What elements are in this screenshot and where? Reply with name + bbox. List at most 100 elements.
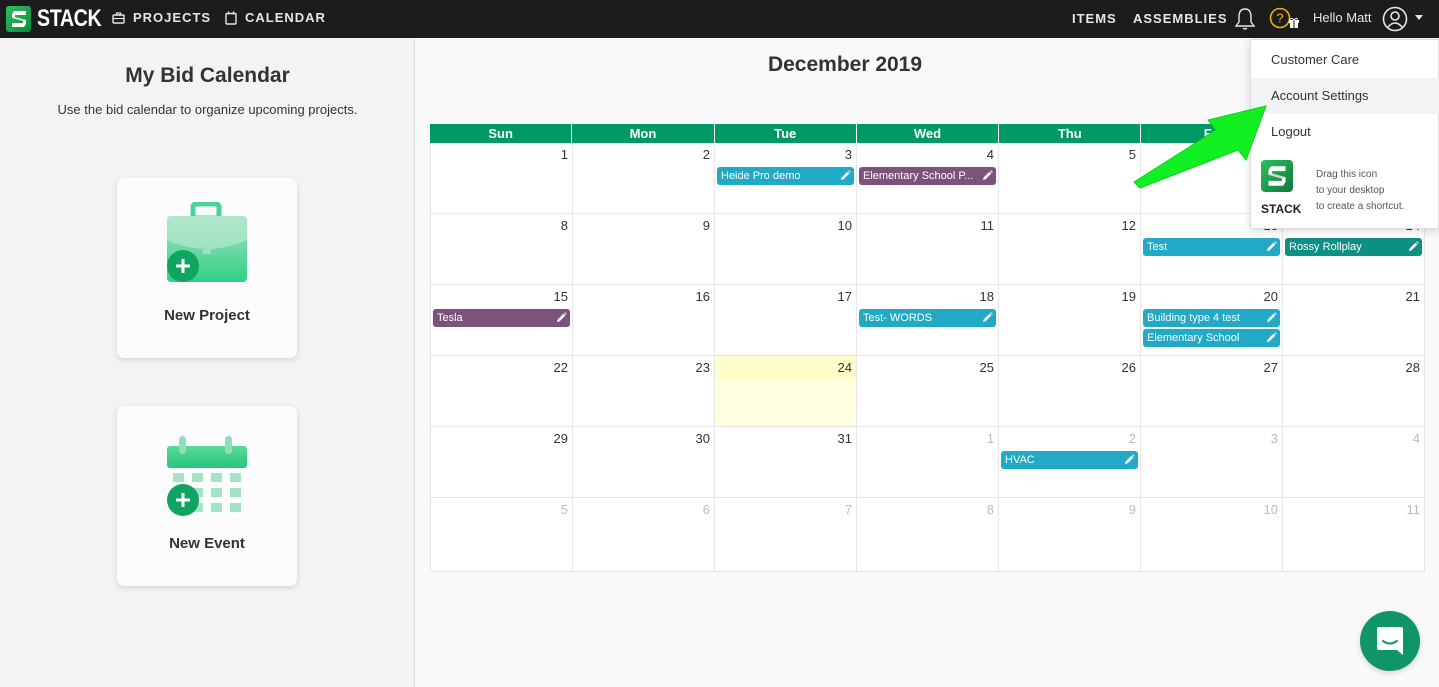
edit-pencil-icon[interactable] [982,311,993,327]
calendar-day-cell[interactable]: 11 [857,214,999,284]
edit-pencil-icon[interactable] [1408,240,1419,256]
calendar-day-cell[interactable]: 20 Building type 4 test Elementary School [1141,285,1283,355]
calendar-day-cell[interactable]: 22 [430,356,573,426]
calendar-day-cell[interactable]: 19 [999,285,1141,355]
calendar-event[interactable]: Test [1143,238,1280,256]
nav-calendar[interactable]: CALENDAR [225,10,326,25]
calendar-day-cell[interactable]: 8 [857,498,999,571]
calendar-day-cell[interactable]: 11 [1283,498,1425,571]
menu-item-logout[interactable]: Logout [1251,114,1439,150]
stack-logo-icon [6,6,31,32]
event-label: HVAC [1005,454,1035,466]
new-project-card[interactable]: New Project [117,178,297,358]
calendar-day-cell[interactable]: 5 [999,143,1141,213]
calendar-day-cell[interactable]: 2 HVAC [999,427,1141,497]
calendar-day-cell[interactable]: 2 [573,143,715,213]
edit-pencil-icon[interactable] [1266,331,1277,347]
user-avatar-icon[interactable] [1382,6,1408,32]
calendar-day-cell[interactable]: 25 [857,356,999,426]
day-number: 31 [837,431,852,446]
new-event-card[interactable]: New Event [117,406,297,586]
calendar-day-cell[interactable]: 1 [857,427,999,497]
notification-bell-icon[interactable] [1234,7,1256,31]
calendar-day-cell[interactable]: 28 [1283,356,1425,426]
briefcase-icon [112,11,125,24]
day-number: 24 [837,360,852,375]
calendar-day-cell[interactable]: 3 Heide Pro demo [715,143,857,213]
nav-assemblies-label: ASSEMBLIES [1133,11,1228,26]
nav-items[interactable]: ITEMS [1072,11,1117,26]
calendar-day-cell[interactable]: 15 Tesla [430,285,573,355]
calendar-day-cell[interactable]: 8 [430,214,573,284]
day-number: 17 [837,289,852,304]
nav-assemblies[interactable]: ASSEMBLIES [1133,11,1228,26]
day-number: 2 [1128,431,1136,446]
calendar-event[interactable]: Tesla [433,309,570,327]
calendar-event[interactable]: Elementary School [1143,329,1280,347]
edit-pencil-icon[interactable] [982,169,993,185]
edit-pencil-icon[interactable] [1266,311,1277,327]
calendar-day-cell[interactable]: 3 [1141,427,1283,497]
calendar-day-cell[interactable]: 29 [430,427,573,497]
calendar-event[interactable]: Building type 4 test [1143,309,1280,327]
chat-launcher-button[interactable] [1360,611,1420,671]
edit-pencil-icon[interactable] [1124,453,1135,469]
day-number: 3 [1270,431,1278,446]
day-number: 30 [695,431,710,446]
day-number: 19 [1121,289,1136,304]
calendar-event[interactable]: Elementary School P... [859,167,996,185]
calendar-day-cell[interactable]: 17 [715,285,857,355]
svg-text:?: ? [1276,11,1283,26]
calendar-day-cell[interactable]: 4 Elementary School P... [857,143,999,213]
calendar-event[interactable]: Test- WORDS [859,309,996,327]
calendar-day-cell[interactable]: 9 [999,498,1141,571]
calendar-day-cell[interactable]: 6 [573,498,715,571]
day-number: 29 [553,431,568,446]
calendar-day-cell[interactable]: 7 [715,498,857,571]
menu-item-account-settings[interactable]: Account Settings [1251,78,1439,114]
calendar-day-cell[interactable]: 10 [1141,498,1283,571]
calendar-event[interactable]: Rossy Rollplay [1285,238,1422,256]
month-title: December 2019 [767,53,923,76]
day-number: 5 [560,502,568,517]
calendar-day-cell[interactable]: 9 [573,214,715,284]
day-number: 1 [986,431,994,446]
user-menu-caret-icon[interactable] [1415,15,1423,20]
calendar-icon [225,11,237,25]
day-number: 11 [980,218,995,233]
edit-pencil-icon[interactable] [840,169,851,185]
calendar-day-cell[interactable]: 21 [1283,285,1425,355]
edit-pencil-icon[interactable] [556,311,567,327]
edit-pencil-icon[interactable] [1266,240,1277,256]
calendar-day-cell[interactable]: 30 [573,427,715,497]
calendar-day-cell[interactable]: 31 [715,427,857,497]
user-greeting[interactable]: Hello Matt [1313,10,1372,25]
calendar-day-today[interactable]: 24 [715,356,857,426]
calendar-day-cell[interactable]: 23 [573,356,715,426]
calendar-day-cell[interactable]: 5 [430,498,573,571]
calendar-event[interactable]: HVAC [1001,451,1138,469]
day-number: 4 [986,147,994,162]
new-project-label: New Project [164,307,250,324]
briefcase-plus-icon [167,202,247,282]
calendar-day-cell[interactable]: 27 [1141,356,1283,426]
calendar-event[interactable]: Heide Pro demo [717,167,854,185]
event-label: Building type 4 test [1147,312,1240,324]
calendar-day-cell[interactable]: 4 [1283,427,1425,497]
calendar-day-cell[interactable]: 16 [573,285,715,355]
gift-icon[interactable] [1288,17,1300,28]
nav-projects[interactable]: PROJECTS [112,10,211,25]
chat-bubble-icon [1377,627,1403,655]
shortcut-hint: Drag this icon to your desktop to create… [1316,167,1404,215]
shortcut-logo-text: STACK [1261,202,1302,216]
calendar-day-cell[interactable]: 18 Test- WORDS [857,285,999,355]
menu-item-customer-care[interactable]: Customer Care [1251,42,1439,78]
calendar-day-cell[interactable]: 10 [715,214,857,284]
calendar-day-cell[interactable]: 26 [999,356,1141,426]
calendar-day-cell[interactable]: 12 [999,214,1141,284]
day-number: 10 [1263,502,1278,517]
day-number: 8 [986,502,994,517]
stack-logo[interactable]: STACK [6,0,115,38]
calendar-day-cell[interactable]: 1 [430,143,573,213]
sidebar-subtitle: Use the bid calendar to organize upcomin… [57,102,358,117]
